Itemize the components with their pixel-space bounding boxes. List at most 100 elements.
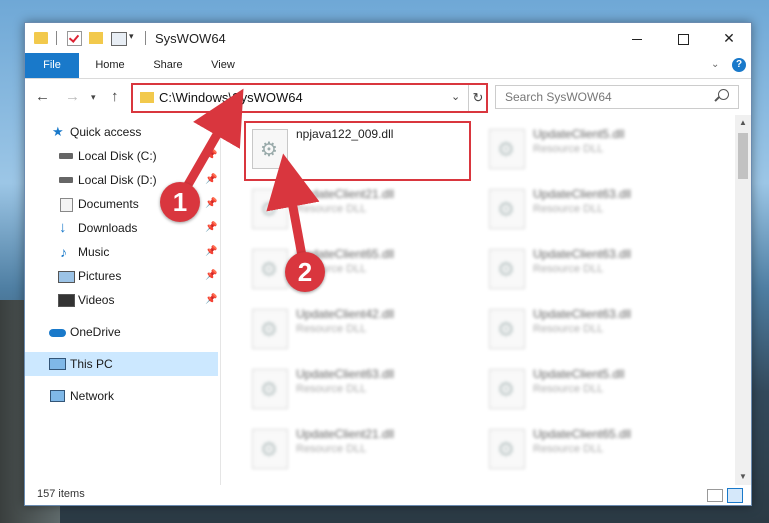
pin-icon[interactable]: 📌	[205, 168, 217, 192]
scrollbar-thumb[interactable]	[738, 133, 748, 179]
status-bar: 157 items	[25, 485, 751, 505]
help-icon[interactable]: ?	[732, 58, 746, 72]
file-item[interactable]: UpdateClient63.dll Resource DLL	[246, 363, 466, 415]
item-count: 157 items	[37, 488, 85, 500]
highlight-frame	[244, 121, 471, 181]
file-item[interactable]: UpdateClient5.dll Resource DLL	[483, 123, 703, 175]
file-item[interactable]: UpdateClient42.dll Resource DLL	[246, 303, 466, 355]
new-folder-icon[interactable]	[89, 32, 103, 44]
network-icon	[50, 390, 65, 402]
sidebar-item-videos[interactable]: Videos 📌	[25, 288, 218, 312]
recent-locations-icon[interactable]: ▾	[91, 92, 96, 103]
up-arrow-icon[interactable]: ↑	[111, 88, 119, 105]
file-item[interactable]: UpdateClient65.dll Resource DLL	[246, 243, 466, 295]
pictures-icon	[58, 271, 75, 283]
title-bar: ▾ SysWOW64 ✕	[25, 23, 751, 53]
documents-icon	[60, 198, 73, 212]
file-type: Resource DLL	[533, 263, 604, 275]
large-icons-view-icon[interactable]	[727, 488, 743, 503]
folder-icon	[140, 92, 154, 103]
expand-ribbon-icon[interactable]: ⌄	[711, 59, 719, 70]
pin-icon[interactable]: 📌	[205, 288, 217, 312]
maximize-button[interactable]	[660, 23, 706, 53]
divider	[56, 31, 57, 45]
navigation-bar: ← → ▾ ↑ C:\Windows\SysWOW64 ⌄ ↻ Search S…	[25, 79, 751, 115]
dll-file-icon	[489, 429, 525, 469]
file-item[interactable]: UpdateClient63.dll Resource DLL	[483, 303, 703, 355]
sidebar-item-this-pc[interactable]: This PC	[25, 352, 218, 376]
download-icon: ↓	[59, 219, 67, 236]
window-title: SysWOW64	[155, 31, 226, 46]
tab-share[interactable]: Share	[141, 53, 195, 78]
file-name: UpdateClient21.dll	[296, 427, 395, 441]
file-name: UpdateClient21.dll	[296, 187, 395, 201]
maximize-icon	[677, 33, 689, 45]
annotation-badge-2: 2	[285, 252, 325, 292]
refresh-icon[interactable]: ↻	[468, 85, 487, 111]
properties-icon[interactable]	[111, 32, 127, 46]
dll-file-icon	[252, 189, 288, 229]
file-type: Resource DLL	[533, 383, 604, 395]
details-view-icon[interactable]	[707, 489, 723, 502]
file-type: Resource DLL	[533, 203, 604, 215]
tab-view[interactable]: View	[195, 53, 251, 78]
sidebar-item-pictures[interactable]: Pictures 📌	[25, 264, 218, 288]
quick-access-dropdown-icon[interactable]: ▾	[129, 31, 134, 47]
pin-icon[interactable]: 📌	[205, 240, 217, 264]
file-type: Resource DLL	[533, 323, 604, 335]
dll-file-icon	[252, 249, 288, 289]
tab-file[interactable]: File	[25, 53, 79, 78]
file-item[interactable]: UpdateClient5.dll Resource DLL	[483, 363, 703, 415]
dll-file-icon	[489, 309, 525, 349]
scroll-up-icon[interactable]: ▲	[735, 115, 751, 131]
file-item[interactable]: UpdateClient65.dll Resource DLL	[483, 423, 703, 475]
folder-icon	[34, 32, 48, 44]
sidebar-item-local-disk-c[interactable]: Local Disk (C:) 📌	[25, 144, 218, 168]
file-name: UpdateClient42.dll	[296, 307, 395, 321]
minimize-button[interactable]	[614, 23, 660, 53]
chevron-down-icon[interactable]: ⌄	[451, 90, 460, 103]
sidebar-item-quick-access[interactable]: ★ Quick access	[25, 120, 218, 144]
address-bar[interactable]: C:\Windows\SysWOW64 ⌄ ↻	[131, 83, 488, 113]
file-item[interactable]: UpdateClient21.dll Resource DLL	[246, 423, 466, 475]
file-item[interactable]: UpdateClient21.dll Resource DLL	[246, 183, 466, 235]
address-path[interactable]: C:\Windows\SysWOW64	[159, 90, 303, 105]
file-name: UpdateClient65.dll	[533, 427, 632, 441]
pin-icon[interactable]: 📌	[205, 264, 217, 288]
file-name: UpdateClient63.dll	[533, 307, 632, 321]
search-icon[interactable]	[718, 89, 729, 100]
drive-icon	[59, 177, 73, 183]
navigation-pane: ★ Quick access Local Disk (C:) 📌 Local D…	[25, 115, 221, 485]
cloud-icon	[49, 329, 66, 337]
search-input[interactable]: Search SysWOW64	[495, 85, 739, 109]
pin-icon[interactable]: 📌	[205, 144, 217, 168]
properties-check-icon[interactable]	[67, 31, 82, 46]
search-placeholder: Search SysWOW64	[505, 90, 612, 104]
drive-icon	[59, 153, 73, 159]
pin-icon[interactable]: 📌	[205, 216, 217, 240]
star-icon: ★	[52, 124, 64, 139]
videos-icon	[58, 294, 75, 307]
dll-file-icon	[252, 369, 288, 409]
sidebar-item-music[interactable]: ♪ Music 📌	[25, 240, 218, 264]
vertical-scrollbar[interactable]: ▲ ▼	[735, 115, 751, 485]
file-item[interactable]: UpdateClient63.dll Resource DLL	[483, 243, 703, 295]
minimize-icon	[632, 38, 642, 40]
file-type: Resource DLL	[533, 143, 604, 155]
file-item[interactable]: UpdateClient63.dll Resource DLL	[483, 183, 703, 235]
forward-arrow-icon[interactable]: →	[65, 88, 80, 105]
file-type: Resource DLL	[296, 203, 367, 215]
sidebar-item-network[interactable]: Network	[25, 384, 218, 408]
file-type: Resource DLL	[533, 443, 604, 455]
tab-home[interactable]: Home	[79, 53, 141, 78]
file-name: UpdateClient63.dll	[533, 247, 632, 261]
back-arrow-icon[interactable]: ←	[35, 88, 50, 105]
scroll-down-icon[interactable]: ▼	[735, 469, 751, 485]
file-name: UpdateClient63.dll	[296, 367, 395, 381]
dll-file-icon	[252, 309, 288, 349]
dll-file-icon	[489, 369, 525, 409]
pin-icon[interactable]: 📌	[205, 192, 217, 216]
annotation-badge-1: 1	[160, 182, 200, 222]
close-button[interactable]: ✕	[706, 23, 752, 53]
sidebar-item-onedrive[interactable]: OneDrive	[25, 320, 218, 344]
